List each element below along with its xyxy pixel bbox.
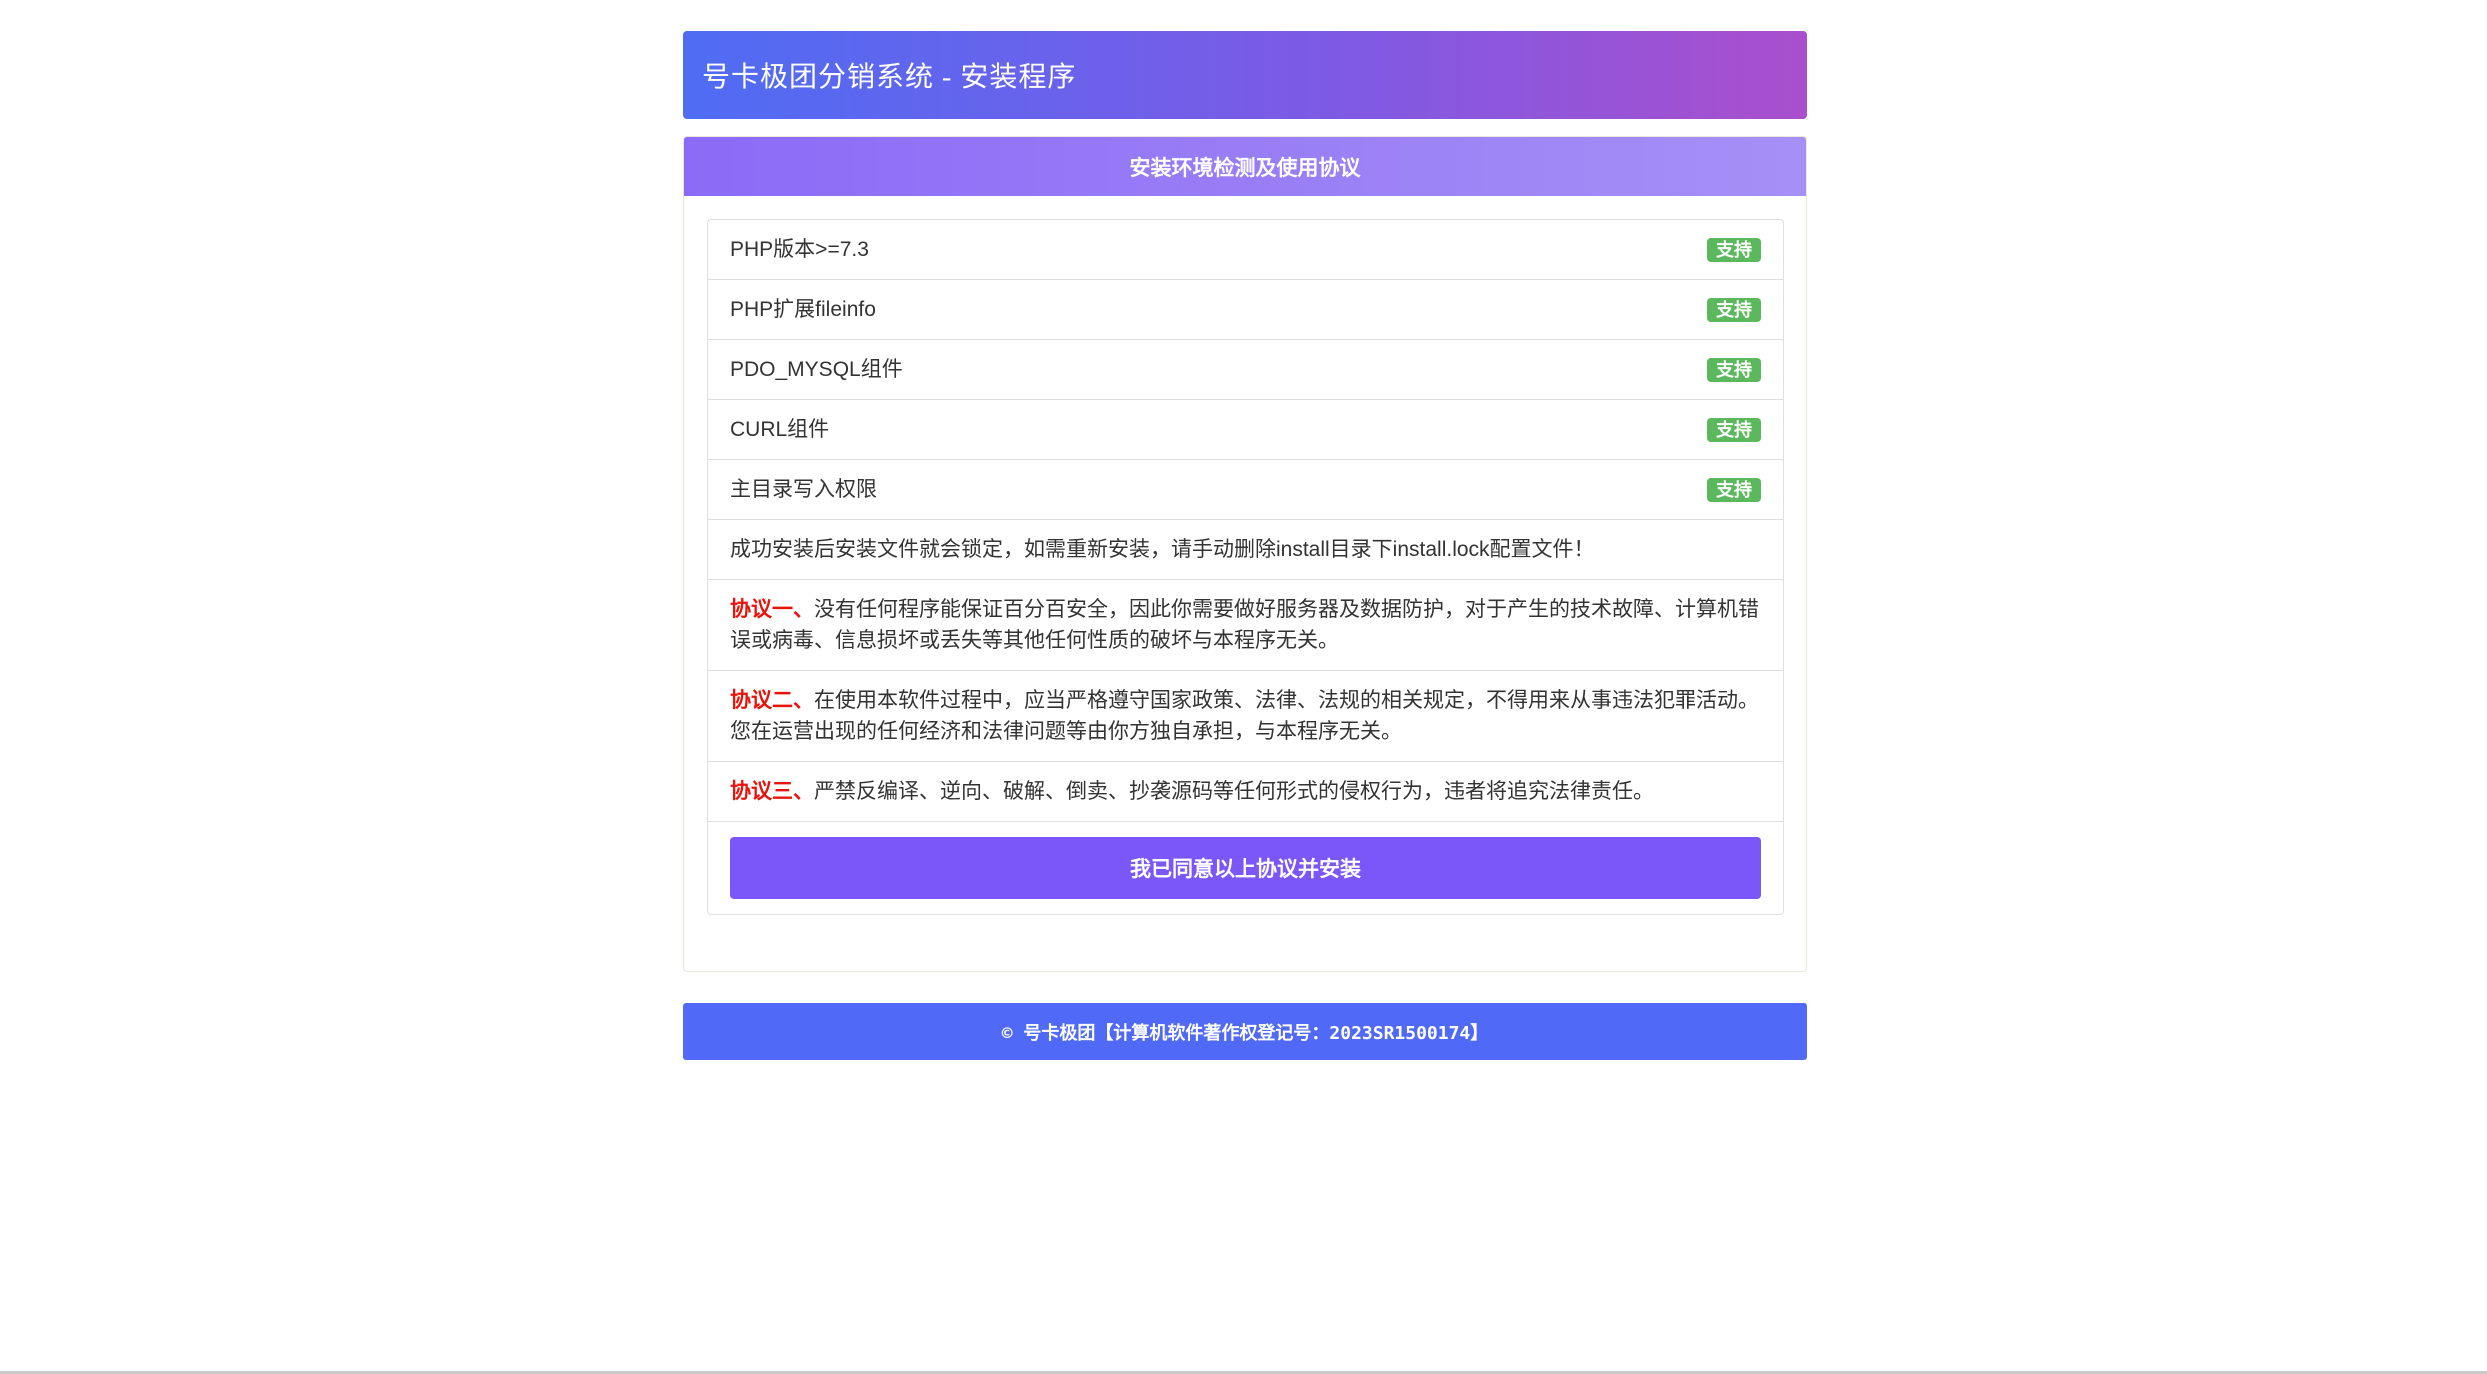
status-badge: 支持 <box>1707 237 1761 262</box>
check-item-curl: CURL组件 支持 <box>708 400 1783 460</box>
check-item-php-version: PHP版本>=7.3 支持 <box>708 220 1783 280</box>
agreement-item: 协议三、严禁反编译、逆向、破解、倒卖、抄袭源码等任何形式的侵权行为，违者将追究法… <box>708 762 1783 822</box>
agreement-item: 协议二、在使用本软件过程中，应当严格遵守国家政策、法律、法规的相关规定，不得用来… <box>708 671 1783 762</box>
check-list: PHP版本>=7.3 支持 PHP扩展fileinfo 支持 PDO_MYSQL… <box>707 219 1784 915</box>
check-item-fileinfo: PHP扩展fileinfo 支持 <box>708 280 1783 340</box>
agreement-prefix: 协议二、 <box>730 689 814 712</box>
notice-text: 成功安装后安装文件就会锁定，如需重新安装，请手动删除install目录下inst… <box>730 538 1595 561</box>
status-badge: 支持 <box>1707 477 1761 502</box>
status-badge: 支持 <box>1707 417 1761 442</box>
install-notice: 成功安装后安装文件就会锁定，如需重新安装，请手动删除install目录下inst… <box>708 520 1783 580</box>
check-item-pdo-mysql: PDO_MYSQL组件 支持 <box>708 340 1783 400</box>
panel-heading: 安装环境检测及使用协议 <box>684 137 1806 196</box>
agreement-text: 没有任何程序能保证百分百安全，因此你需要做好服务器及数据防护，对于产生的技术故障… <box>730 598 1759 652</box>
check-label: PHP扩展fileinfo <box>730 298 876 321</box>
agreement-text: 在使用本软件过程中，应当严格遵守国家政策、法律、法规的相关规定，不得用来从事违法… <box>730 689 1759 743</box>
page-title: 号卡极团分销系统 - 安装程序 <box>702 62 1077 93</box>
check-item-write-permission: 主目录写入权限 支持 <box>708 460 1783 520</box>
agree-button-row: 我已同意以上协议并安装 <box>708 822 1783 914</box>
check-label: CURL组件 <box>730 418 830 441</box>
install-container: 号卡极团分销系统 - 安装程序 安装环境检测及使用协议 PHP版本>=7.3 支… <box>683 31 1807 1060</box>
install-panel: 安装环境检测及使用协议 PHP版本>=7.3 支持 PHP扩展fileinfo … <box>683 136 1807 972</box>
footer: © 号卡极团【计算机软件著作权登记号：2023SR1500174】 <box>683 1003 1807 1060</box>
status-badge: 支持 <box>1707 357 1761 382</box>
agreement-item: 协议一、没有任何程序能保证百分百安全，因此你需要做好服务器及数据防护，对于产生的… <box>708 580 1783 671</box>
agreement-prefix: 协议三、 <box>730 780 814 803</box>
agreement-text: 严禁反编译、逆向、破解、倒卖、抄袭源码等任何形式的侵权行为，违者将追究法律责任。 <box>814 780 1654 803</box>
panel-heading-text: 安装环境检测及使用协议 <box>1129 156 1361 180</box>
check-label: PHP版本>=7.3 <box>730 238 869 261</box>
check-label: PDO_MYSQL组件 <box>730 358 903 381</box>
status-badge: 支持 <box>1707 297 1761 322</box>
app-header: 号卡极团分销系统 - 安装程序 <box>683 31 1807 119</box>
agree-install-button[interactable]: 我已同意以上协议并安装 <box>730 837 1761 899</box>
copyright-text: © 号卡极团【计算机软件著作权登记号：2023SR1500174】 <box>1001 1022 1489 1044</box>
agreement-prefix: 协议一、 <box>730 598 814 621</box>
check-label: 主目录写入权限 <box>730 478 877 501</box>
